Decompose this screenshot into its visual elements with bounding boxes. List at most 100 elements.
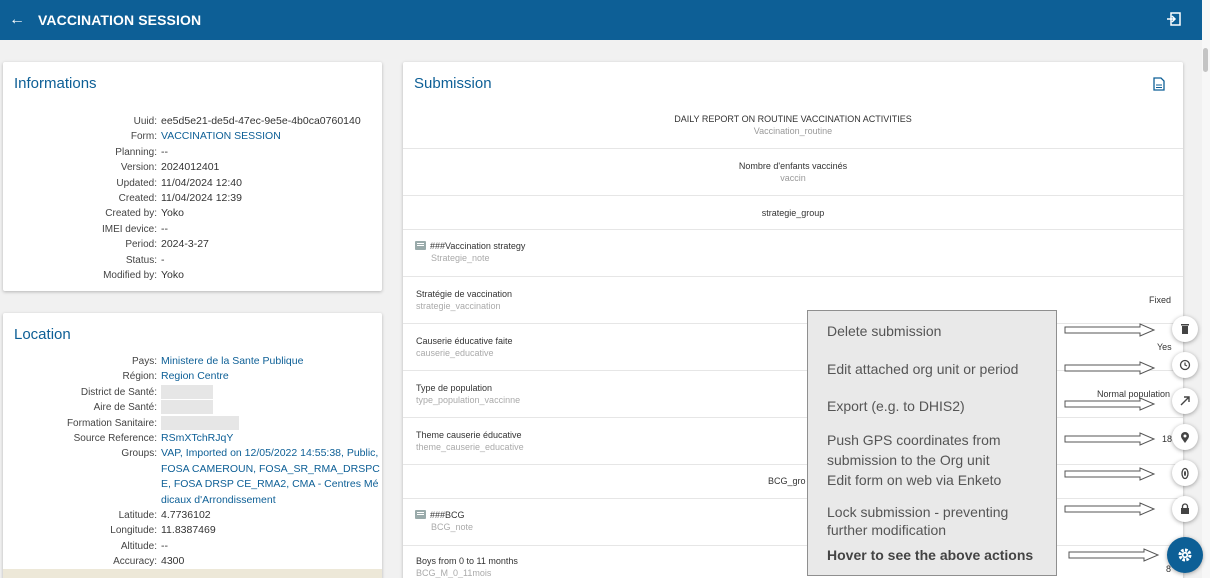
info-key: Accuracy: <box>113 556 157 568</box>
info-row: Altitude: -- <box>3 539 380 554</box>
info-key: Aire de Santé: <box>93 402 157 414</box>
answer-value: Fixed <box>1149 295 1172 305</box>
lock-description-line1: Lock submission - preventing <box>827 504 1009 520</box>
document-icon[interactable] <box>1153 77 1165 91</box>
scrollbar-thumb[interactable] <box>1203 48 1208 72</box>
informations-title: Informations <box>14 75 97 92</box>
info-key: District de Santé: <box>80 386 157 398</box>
edit-org-description: Edit attached org unit or period <box>827 361 1019 377</box>
arrow-left-icon[interactable]: ← <box>2 11 32 29</box>
info-value: 4300 <box>161 555 185 568</box>
pointer-arrow <box>1064 361 1156 375</box>
lock-button[interactable] <box>1172 496 1198 522</box>
info-key: Form: <box>130 131 157 143</box>
pointer-arrow <box>1064 467 1156 481</box>
info-key <box>3 477 161 492</box>
redacted-value <box>161 415 239 430</box>
info-value: ee5d5e21-de5d-47ec-9e5e-4b0ca0760140 <box>161 115 361 127</box>
info-link[interactable]: FOSA CAMEROUN, FOSA_SR_RMA_DRSPC <box>161 462 380 477</box>
info-row: Created: 11/04/2024 12:39 <box>3 191 361 206</box>
lock-description-line2: further modification <box>827 522 947 538</box>
note-label: ###BCG <box>430 510 465 520</box>
trash-icon <box>1181 324 1189 334</box>
group-label: strategie_group <box>761 208 825 218</box>
info-link[interactable]: RSmXTchRJqY <box>161 431 233 446</box>
info-key: Région: <box>122 371 157 383</box>
info-row: Formation Sanitaire: <box>3 415 380 431</box>
info-key: Groups: <box>121 448 157 460</box>
info-key: Created: <box>118 193 157 205</box>
info-link[interactable]: Ministere de la Sante Publique <box>161 354 303 369</box>
group-row: Nombre d'enfants vaccinés vaccin <box>403 149 1183 196</box>
redacted-value <box>161 384 213 399</box>
note-label: ###Vaccination strategy <box>430 241 526 251</box>
enketo-icon <box>1181 467 1189 479</box>
delete-button[interactable] <box>1172 316 1198 342</box>
question-label: Causerie éducative faite <box>416 336 513 346</box>
info-row: Aire de Santé: <box>3 400 380 415</box>
info-row: dicaux d'Arrondissement <box>3 493 380 508</box>
info-key: Period: <box>125 239 157 251</box>
exit-icon[interactable] <box>1166 11 1182 27</box>
actions-menu-button[interactable] <box>1167 537 1203 573</box>
info-link[interactable]: VAP, Imported on 12/05/2022 14:55:38, Pu… <box>161 446 378 461</box>
informations-card: Informations Uuid: ee5d5e21-de5d-47ec-9e5… <box>3 62 382 291</box>
app-header: ← VACCINATION SESSION <box>0 0 1202 40</box>
question-key: BCG_M_0_11mois <box>416 568 492 578</box>
info-key: Source Reference: <box>73 433 157 445</box>
question-label: Type de population <box>416 383 493 393</box>
info-row: IMEI device: -- <box>3 222 361 237</box>
delete-description: Delete submission <box>827 323 942 339</box>
informations-table: Uuid: ee5d5e21-de5d-47ec-9e5e-4b0ca076014… <box>3 114 361 283</box>
info-row: Source Reference: RSmXTchRJqY <box>3 431 380 446</box>
actions-tooltip: Delete submission Edit attached org unit… <box>807 310 1057 576</box>
info-row: Uuid: ee5d5e21-de5d-47ec-9e5e-4b0ca076014… <box>3 114 361 129</box>
gear-icon <box>1178 548 1192 562</box>
redacted-value <box>161 400 213 415</box>
info-key: IMEI device: <box>101 223 157 235</box>
info-key: Latitude: <box>118 510 157 522</box>
edit-org-period-button[interactable] <box>1172 352 1198 378</box>
page-title: VACCINATION SESSION <box>38 12 202 28</box>
hover-hint: Hover to see the above actions <box>827 547 1034 563</box>
pointer-arrow <box>1064 323 1156 337</box>
info-row: Longitude: 11.8387469 <box>3 523 380 538</box>
note-row: ###Vaccination strategy Strategie_note <box>403 230 1183 277</box>
info-link[interactable]: dicaux d'Arrondissement <box>161 493 276 508</box>
edit-enketo-button[interactable] <box>1172 460 1198 486</box>
info-value: 4.7736102 <box>161 509 211 522</box>
info-row: Created by: Yoko <box>3 206 361 221</box>
info-row: Planning: -- <box>3 145 361 160</box>
group-row: strategie_group <box>403 196 1183 230</box>
submission-title: Submission <box>414 75 492 92</box>
question-row: Stratégie de vaccination strategie_vacci… <box>403 277 1183 324</box>
question-label: Stratégie de vaccination <box>416 289 513 299</box>
info-value: -- <box>161 222 168 235</box>
info-row: Latitude: 4.7736102 <box>3 508 380 523</box>
info-key: Updated: <box>116 177 157 189</box>
info-row: Updated: 11/04/2024 12:40 <box>3 176 361 191</box>
info-value: 2024-3-27 <box>161 238 209 251</box>
note-key: Strategie_note <box>431 253 490 263</box>
info-link[interactable]: VACCINATION SESSION <box>161 129 281 144</box>
export-button[interactable] <box>1172 388 1198 414</box>
info-link[interactable]: Region Centre <box>161 369 229 384</box>
location-card: Location Pays: Ministere de la Sante Publ… <box>3 313 382 578</box>
info-row: Groups: VAP, Imported on 12/05/2022 14:55… <box>3 446 380 461</box>
info-key: Formation Sanitaire: <box>66 417 157 429</box>
info-key: Version: <box>120 162 157 174</box>
pointer-arrow <box>1068 548 1160 562</box>
info-value: 2024012401 <box>161 161 220 174</box>
info-key: Status: <box>125 254 157 266</box>
question-key: strategie_vaccination <box>416 301 501 311</box>
export-icon <box>1180 396 1190 406</box>
info-value: -- <box>161 539 168 552</box>
question-row: Boys from 0 to 11 months BCG_M_0_11mois <box>403 546 1183 578</box>
lock-icon <box>1181 503 1189 514</box>
push-gps-button[interactable] <box>1172 424 1198 450</box>
info-key <box>3 493 161 508</box>
pointer-arrow <box>1064 502 1156 516</box>
info-link[interactable]: E, FOSA DRSP CE_RMA2, CMA - Centres Mé <box>161 477 378 492</box>
submission-card: Submission DAILY REPORT ON ROUTINE VACCI… <box>403 62 1183 578</box>
scrollbar-track[interactable] <box>1202 0 1210 578</box>
